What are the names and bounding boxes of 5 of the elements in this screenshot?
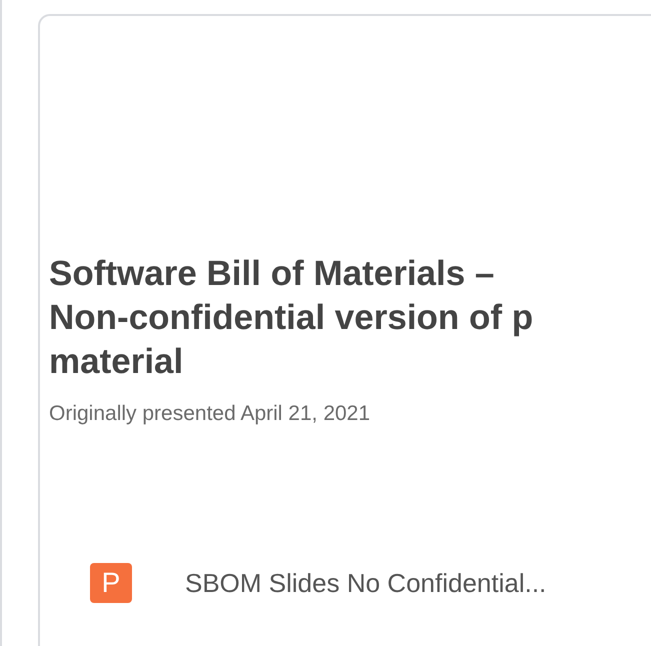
slides-file-icon: P xyxy=(90,563,132,603)
file-name: SBOM Slides No Confidential... xyxy=(185,566,546,600)
file-card[interactable]: Software Bill of Materials – Non-confidential version of p material Originally presented April 21, 2021 P SBOM Slides No Confidential... xyxy=(38,14,651,646)
slide-subtitle: Originally presented April 21, 2021 xyxy=(49,401,372,427)
slide-title: Software Bill of Materials – Non-confidential version of p material xyxy=(49,253,534,383)
